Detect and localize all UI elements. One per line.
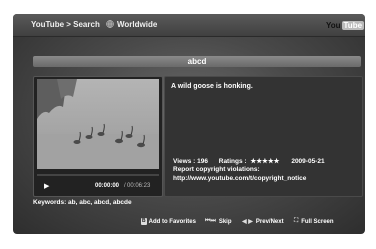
keywords: Keywords: ab, abc, abcd, abcde xyxy=(33,199,132,206)
youtube-logo: You Tube xyxy=(326,19,365,32)
rating-stars: ★★★★★ xyxy=(250,158,280,165)
skip-label: Skip xyxy=(218,218,232,225)
video-thumbnail xyxy=(37,79,159,169)
add-favorites-button[interactable]: B Add to Favorites xyxy=(141,218,196,225)
time-separator: / xyxy=(124,183,126,189)
progress-bar[interactable] xyxy=(37,174,159,176)
ratings-label: Ratings : xyxy=(218,158,247,165)
copyright-label: Report copyright violations: xyxy=(173,166,260,173)
b-key-icon: B xyxy=(141,218,147,225)
logo-you: You xyxy=(326,21,341,30)
video-frame[interactable] xyxy=(37,79,159,169)
region-label[interactable]: Worldwide xyxy=(117,20,157,29)
fullscreen-label: Full Screen xyxy=(301,218,334,225)
top-bar: YouTube > Search Worldwide You Tube xyxy=(13,14,365,37)
player-controls: ▶ 00:00:00 / 00:06:23 xyxy=(34,174,162,196)
video-description: A wild goose is honking. xyxy=(171,83,253,90)
add-favorites-label: Add to Favorites xyxy=(148,218,196,225)
fullscreen-icon: ⛶ xyxy=(294,218,299,224)
breadcrumb: YouTube > Search xyxy=(31,20,100,29)
video-info-panel: A wild goose is honking. Views : 196 Rat… xyxy=(164,76,363,197)
prev-next-icon: ◀ ▶ xyxy=(242,219,253,225)
youtube-screen: YouTube > Search Worldwide You Tube abcd xyxy=(13,14,365,234)
prev-next-label: Prev/Next xyxy=(255,218,284,225)
current-time: 00:00:00 xyxy=(95,183,120,189)
video-stats: Views : 196 Ratings : ★★★★★ 2009-05-21 xyxy=(173,157,325,165)
upload-date: 2009-05-21 xyxy=(291,158,325,165)
skip-button[interactable]: ⏮⏭ Skip xyxy=(205,218,231,225)
prev-next-button[interactable]: ◀ ▶ Prev/Next xyxy=(242,218,284,226)
video-title-bar: abcd xyxy=(33,56,361,67)
video-title: abcd xyxy=(187,57,207,66)
globe-icon xyxy=(106,20,114,28)
play-icon[interactable]: ▶ xyxy=(44,182,49,190)
total-time: 00:06:23 xyxy=(127,183,151,189)
logo-tube: Tube xyxy=(341,21,365,30)
skip-icon: ⏮⏭ xyxy=(205,218,216,224)
video-player[interactable]: ▶ 00:00:00 / 00:06:23 xyxy=(33,76,163,197)
views: Views : 196 xyxy=(173,158,208,165)
copyright-url[interactable]: http://www.youtube.com/t/copyright_notic… xyxy=(173,175,306,182)
fullscreen-button[interactable]: ⛶ Full Screen xyxy=(294,218,334,225)
footer-hints: B Add to Favorites ⏮⏭ Skip ◀ ▶ Prev/Next… xyxy=(13,218,365,230)
